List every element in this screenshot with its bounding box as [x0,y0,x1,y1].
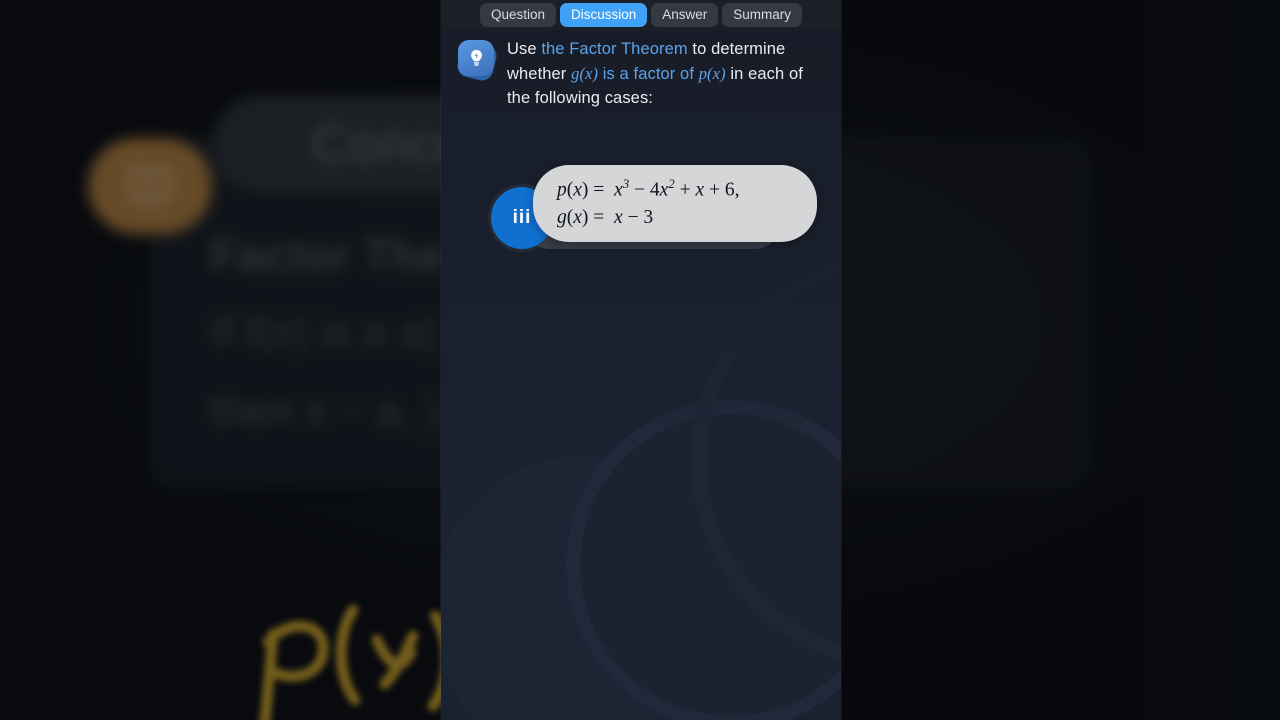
formula-line-2: g(x) = x − 3 [557,207,654,229]
question-math-px: p(x) [698,63,726,83]
formula-line-1: p(x) = x3 − 4x2 + x + 6, [557,177,740,201]
backdrop-open-book-icon [88,138,212,234]
question-text-part1: Use [507,40,542,58]
question-math-gx: g(x) [571,63,599,83]
question-text: Use the Factor Theorem to determine whet… [507,38,827,111]
question-block: Use the Factor Theorem to determine whet… [455,38,827,111]
tab-summary[interactable]: Summary [722,2,803,28]
formula-card: p(x) = x3 − 4x2 + x + 6, g(x) = x − 3 [533,165,817,242]
lightbulb-icon [458,40,494,76]
tab-question[interactable]: Question [479,2,556,28]
video-panel: Question Discussion Answer Summary Use t… [441,0,841,720]
lightbulb-badge [455,38,501,84]
tab-bar: Question Discussion Answer Summary [441,0,841,30]
tab-answer[interactable]: Answer [651,2,719,28]
backdrop-seam-right [841,0,842,720]
screen-root: Concept U Factor The If f(x) is a a) = 0… [0,0,1280,720]
formula-block: iii p(x) = x3 − 4x2 + x + 6, g(x) = x − … [488,165,841,255]
question-text-part3: is a factor of [598,64,699,83]
backdrop-right-edge-shade [1120,0,1280,720]
tab-discussion[interactable]: Discussion [559,2,648,28]
question-highlight-factor-theorem: the Factor Theorem [541,40,688,58]
